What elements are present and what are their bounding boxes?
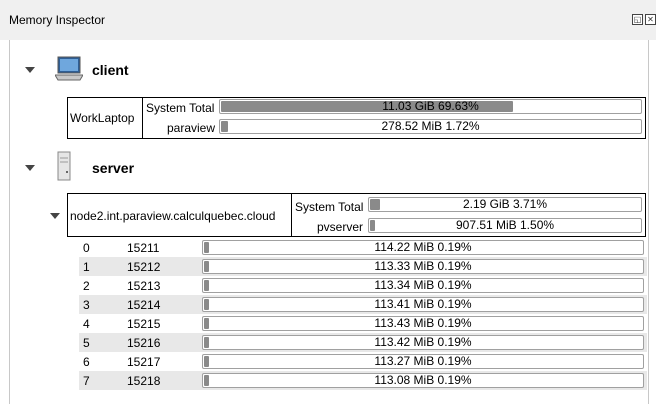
client-collapse-arrow[interactable] [25, 67, 35, 73]
dock-title-bar: Memory Inspector ◱ ✕ [0, 0, 656, 40]
server-system-total-label: System Total [295, 200, 364, 214]
rank-memory-bar: 113.42 MiB 0.19% [202, 335, 644, 350]
rank-row: 1 15212 113.33 MiB 0.19% [79, 257, 647, 276]
client-host-box: WorkLaptop System Total paraview 11.03 G… [67, 97, 646, 139]
rank-pid: 15218 [127, 374, 161, 388]
server-icon [57, 151, 71, 181]
rank-pid: 15213 [127, 279, 161, 293]
rank-pid: 15217 [127, 355, 161, 369]
rank-memory-value: 114.22 MiB 0.19% [374, 240, 472, 254]
rank-row: 5 15216 113.42 MiB 0.19% [79, 333, 647, 352]
rank-row: 0 15211 114.22 MiB 0.19% [79, 238, 647, 257]
rank-pid: 15214 [127, 298, 161, 312]
rank-row: 3 15214 113.41 MiB 0.19% [79, 295, 647, 314]
client-system-total-label: System Total [146, 101, 215, 115]
rank-memory-value: 113.41 MiB 0.19% [374, 297, 472, 311]
client-process-label: paraview [167, 121, 216, 135]
client-system-total-bar: 11.03 GiB 69.63% [219, 99, 642, 114]
rank-pid: 15211 [127, 241, 160, 255]
rank-pid: 15216 [127, 336, 161, 350]
server-host-box: node2.int.paraview.calculquebec.cloud Sy… [67, 193, 646, 237]
rank-index: 0 [83, 241, 90, 255]
rank-row: 4 15215 113.43 MiB 0.19% [79, 314, 647, 333]
rank-memory-value: 113.33 MiB 0.19% [374, 259, 472, 273]
server-process-label: pvserver [317, 220, 364, 234]
rank-memory-bar: 113.08 MiB 0.19% [202, 373, 644, 388]
rank-index: 5 [83, 336, 90, 350]
server-system-total-value: 2.19 GiB 3.71% [462, 197, 548, 211]
server-process-bar: 907.51 MiB 1.50% [368, 218, 642, 233]
server-process-value: 907.51 MiB 1.50% [455, 218, 555, 232]
rank-memory-value: 113.34 MiB 0.19% [374, 278, 472, 292]
laptop-icon [55, 56, 83, 81]
rank-memory-bar: 113.43 MiB 0.19% [202, 316, 644, 331]
rank-index: 4 [83, 317, 90, 331]
rank-memory-value: 113.43 MiB 0.19% [374, 316, 472, 330]
server-label: server [92, 160, 135, 176]
client-label: client [92, 62, 129, 78]
dock-title: Memory Inspector [9, 13, 106, 27]
rank-memory-value: 113.08 MiB 0.19% [374, 373, 472, 387]
rank-pid: 15212 [127, 260, 161, 274]
rank-row: 2 15213 113.34 MiB 0.19% [79, 276, 647, 295]
server-host-name: node2.int.paraview.calculquebec.cloud [70, 209, 276, 223]
server-host-collapse-arrow[interactable] [50, 213, 60, 219]
client-process-value: 278.52 MiB 1.72% [381, 119, 480, 133]
client-system-total-value: 11.03 GiB 69.63% [382, 99, 479, 113]
float-icon[interactable]: ◱ [632, 14, 643, 25]
rank-memory-bar: 113.27 MiB 0.19% [202, 354, 644, 369]
rank-pid: 15215 [127, 317, 161, 331]
server-collapse-arrow[interactable] [25, 165, 35, 171]
rank-index: 2 [83, 279, 90, 293]
rank-row: 6 15217 113.27 MiB 0.19% [79, 352, 647, 371]
server-system-total-bar: 2.19 GiB 3.71% [368, 197, 642, 212]
rank-index: 7 [83, 374, 90, 388]
rank-memory-value: 113.27 MiB 0.19% [374, 354, 472, 368]
rank-memory-value: 113.42 MiB 0.19% [374, 335, 472, 349]
rank-memory-bar: 113.33 MiB 0.19% [202, 259, 644, 274]
rank-index: 1 [83, 260, 90, 274]
close-icon[interactable]: ✕ [645, 14, 656, 25]
client-process-bar: 278.52 MiB 1.72% [219, 119, 642, 134]
rank-row: 7 15218 113.08 MiB 0.19% [79, 371, 647, 390]
rank-index: 3 [83, 298, 90, 312]
rank-memory-bar: 113.34 MiB 0.19% [202, 278, 644, 293]
rank-index: 6 [83, 355, 90, 369]
rank-memory-bar: 113.41 MiB 0.19% [202, 297, 644, 312]
rank-memory-bar: 114.22 MiB 0.19% [202, 240, 644, 255]
client-host-name: WorkLaptop [70, 111, 135, 125]
